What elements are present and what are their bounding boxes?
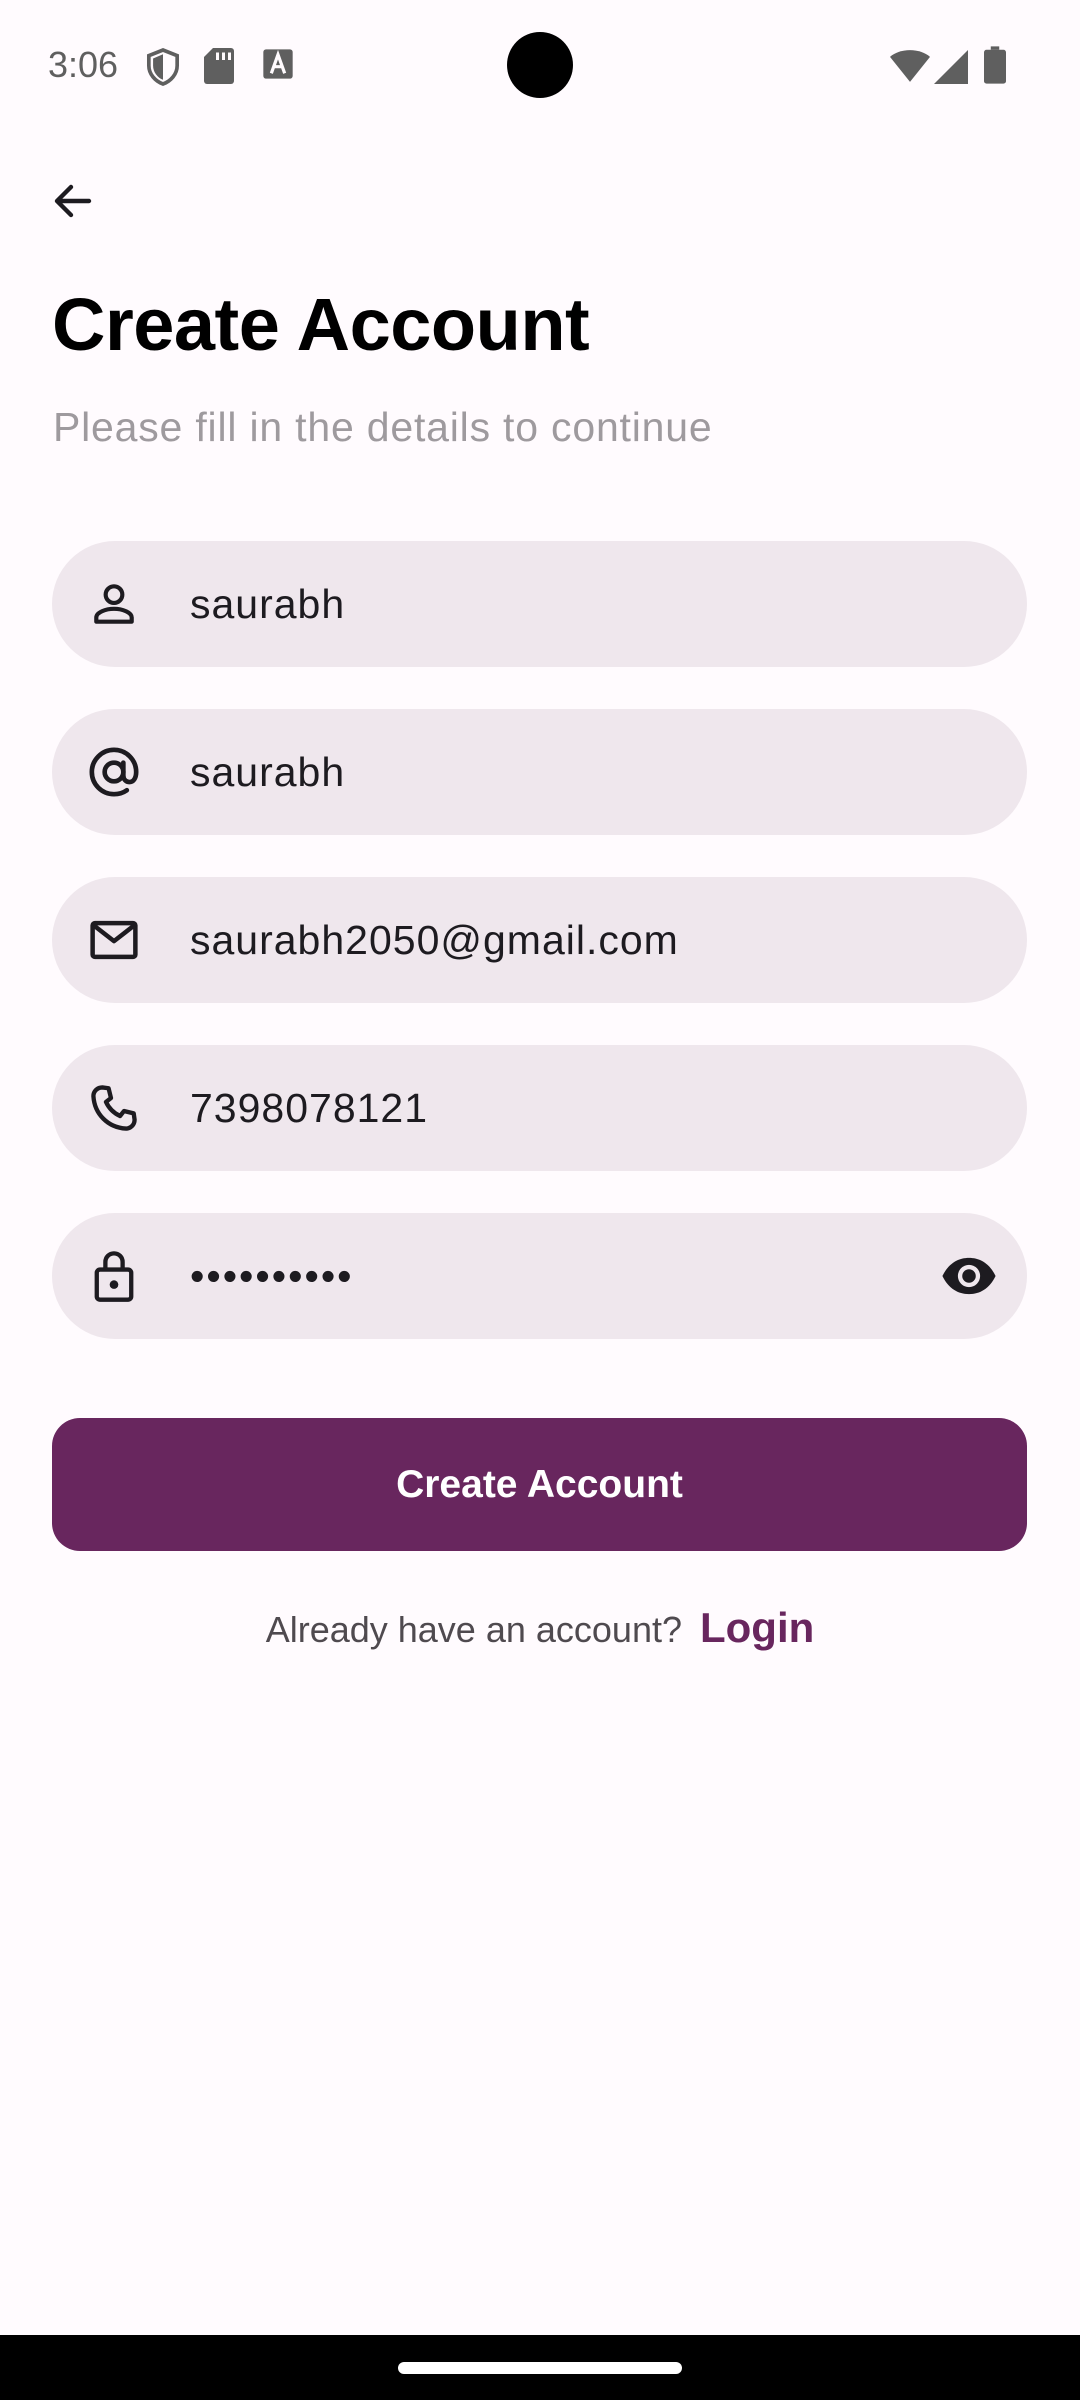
back-button[interactable] (40, 168, 106, 234)
login-row: Already have an account? Login (0, 1604, 1080, 1652)
font-download-icon (262, 48, 294, 85)
create-account-screen: 3:06 Create Account Please fill in the d… (0, 0, 1080, 2400)
arrow-back-icon (54, 184, 92, 218)
username-input[interactable] (190, 709, 950, 835)
phone-field[interactable] (52, 1045, 1027, 1171)
email-input[interactable] (190, 877, 950, 1003)
mail-icon (84, 910, 144, 970)
login-prompt: Already have an account? (265, 1609, 682, 1650)
page-title: Create Account (52, 283, 590, 366)
lock-icon (84, 1246, 144, 1306)
at-sign-icon (84, 742, 144, 802)
sd-card-icon (204, 48, 234, 89)
create-account-button[interactable]: Create Account (52, 1418, 1027, 1551)
status-time: 3:06 (48, 44, 119, 85)
home-indicator[interactable] (398, 2362, 682, 2374)
username-field[interactable] (52, 709, 1027, 835)
login-link[interactable]: Login (700, 1604, 814, 1651)
email-field[interactable] (52, 877, 1027, 1003)
page-subtitle: Please fill in the details to continue (53, 404, 713, 450)
password-input[interactable] (190, 1213, 950, 1339)
battery-icon (984, 46, 1006, 89)
wifi-icon (890, 50, 930, 87)
phone-icon (84, 1078, 144, 1138)
eye-icon[interactable] (939, 1246, 999, 1306)
person-icon (84, 574, 144, 634)
name-field[interactable] (52, 541, 1027, 667)
password-field[interactable] (52, 1213, 1027, 1339)
shield-icon (146, 48, 180, 91)
phone-input[interactable] (190, 1045, 950, 1171)
name-input[interactable] (190, 541, 950, 667)
status-bar: 3:06 (0, 0, 1080, 132)
camera-cutout (507, 32, 573, 98)
signal-icon (934, 50, 968, 89)
